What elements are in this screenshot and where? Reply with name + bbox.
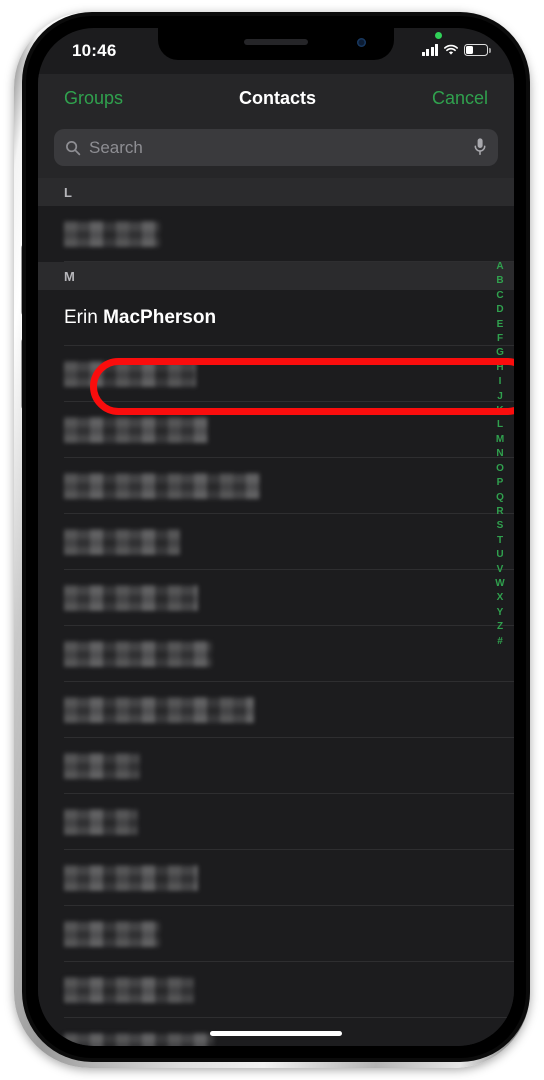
table-row[interactable] [38, 206, 514, 262]
status-time: 10:46 [72, 41, 117, 60]
index-letter-f[interactable]: F [497, 332, 503, 346]
search-bar-container: Search [38, 122, 514, 178]
screenshot-stage: 10:46 Groups Contacts Cancel Search L M … [0, 0, 544, 1080]
table-row[interactable] [38, 626, 514, 682]
table-row[interactable] [38, 962, 514, 1018]
cellular-bars-icon [421, 44, 438, 56]
redacted-contact-name [64, 585, 198, 611]
contact-name: Erin MacPherson [64, 307, 216, 329]
table-row[interactable] [38, 346, 514, 402]
index-letter-t[interactable]: T [497, 534, 503, 548]
redacted-contact-name [64, 641, 212, 667]
page-title: Contacts [238, 87, 316, 108]
index-letter-b[interactable]: B [496, 274, 503, 288]
index-letter-q[interactable]: Q [496, 491, 504, 505]
index-letter-l[interactable]: L [497, 418, 503, 432]
navigation-bar: Groups Contacts Cancel [38, 74, 514, 122]
index-letter-r[interactable]: R [496, 505, 503, 519]
index-letter-p[interactable]: P [497, 476, 504, 490]
phone-screen: 10:46 Groups Contacts Cancel Search L M … [38, 28, 514, 1046]
contact-last-name: MacPherson [103, 307, 217, 328]
table-row[interactable] [38, 402, 514, 458]
home-indicator[interactable] [210, 1031, 342, 1036]
redacted-contact-name [64, 361, 196, 387]
table-row[interactable] [38, 850, 514, 906]
index-letter-m[interactable]: M [496, 433, 504, 447]
redacted-contact-name [64, 977, 194, 1003]
index-letter-s[interactable]: S [497, 519, 504, 533]
contacts-list[interactable]: L M Erin MacPherson [38, 178, 514, 1046]
cancel-button[interactable]: Cancel [432, 88, 488, 109]
section-header-l: L [38, 178, 514, 206]
front-camera-icon [357, 38, 366, 47]
table-row[interactable] [38, 514, 514, 570]
recording-indicator-icon [435, 32, 442, 39]
table-row[interactable] [38, 738, 514, 794]
index-letter-i[interactable]: I [499, 375, 502, 389]
contact-row-erin-macpherson[interactable]: Erin MacPherson [38, 290, 514, 346]
index-letter-w[interactable]: W [495, 577, 504, 591]
index-letter-d[interactable]: D [496, 303, 503, 317]
index-letter-e[interactable]: E [497, 318, 504, 332]
table-row[interactable] [38, 570, 514, 626]
redacted-contact-name [64, 1033, 214, 1046]
redacted-contact-name [64, 753, 140, 779]
wifi-icon [444, 44, 458, 55]
redacted-contact-name [64, 221, 160, 247]
earpiece-speaker-icon [244, 39, 308, 45]
index-letter-hash[interactable]: # [497, 635, 503, 649]
redacted-contact-name [64, 473, 260, 499]
search-placeholder: Search [89, 137, 143, 157]
table-row[interactable] [38, 682, 514, 738]
redacted-contact-name [64, 809, 138, 835]
index-letter-y[interactable]: Y [497, 606, 504, 620]
index-letter-v[interactable]: V [497, 563, 504, 577]
contact-first-name: Erin [64, 307, 98, 328]
index-letter-h[interactable]: H [496, 361, 503, 375]
notch [158, 28, 394, 60]
index-letter-g[interactable]: G [496, 346, 504, 360]
redacted-contact-name [64, 865, 198, 891]
groups-button[interactable]: Groups [64, 88, 123, 109]
redacted-contact-name [64, 417, 208, 443]
search-input[interactable]: Search [54, 129, 498, 166]
redacted-contact-name [64, 921, 160, 947]
search-icon [66, 140, 81, 155]
status-icons [421, 44, 491, 56]
battery-fill [466, 46, 474, 54]
redacted-contact-name [64, 529, 180, 555]
index-letter-n[interactable]: N [496, 447, 503, 461]
index-letter-u[interactable]: U [496, 548, 503, 562]
microphone-icon[interactable] [473, 137, 487, 157]
index-letter-j[interactable]: J [497, 390, 503, 404]
index-letter-k[interactable]: K [496, 404, 503, 418]
table-row[interactable] [38, 794, 514, 850]
index-letter-x[interactable]: X [497, 591, 504, 605]
table-row[interactable] [38, 906, 514, 962]
redacted-contact-name [64, 697, 254, 723]
section-header-m: M [38, 262, 514, 290]
alphabet-index[interactable]: A B C D E F G H I J K L M N O P Q R S T U V W X Y Z # [491, 260, 509, 649]
index-letter-c[interactable]: C [496, 289, 503, 303]
table-row[interactable] [38, 458, 514, 514]
index-letter-z[interactable]: Z [497, 620, 503, 634]
battery-icon [464, 44, 491, 56]
index-letter-o[interactable]: O [496, 462, 504, 476]
index-letter-a[interactable]: A [496, 260, 503, 274]
